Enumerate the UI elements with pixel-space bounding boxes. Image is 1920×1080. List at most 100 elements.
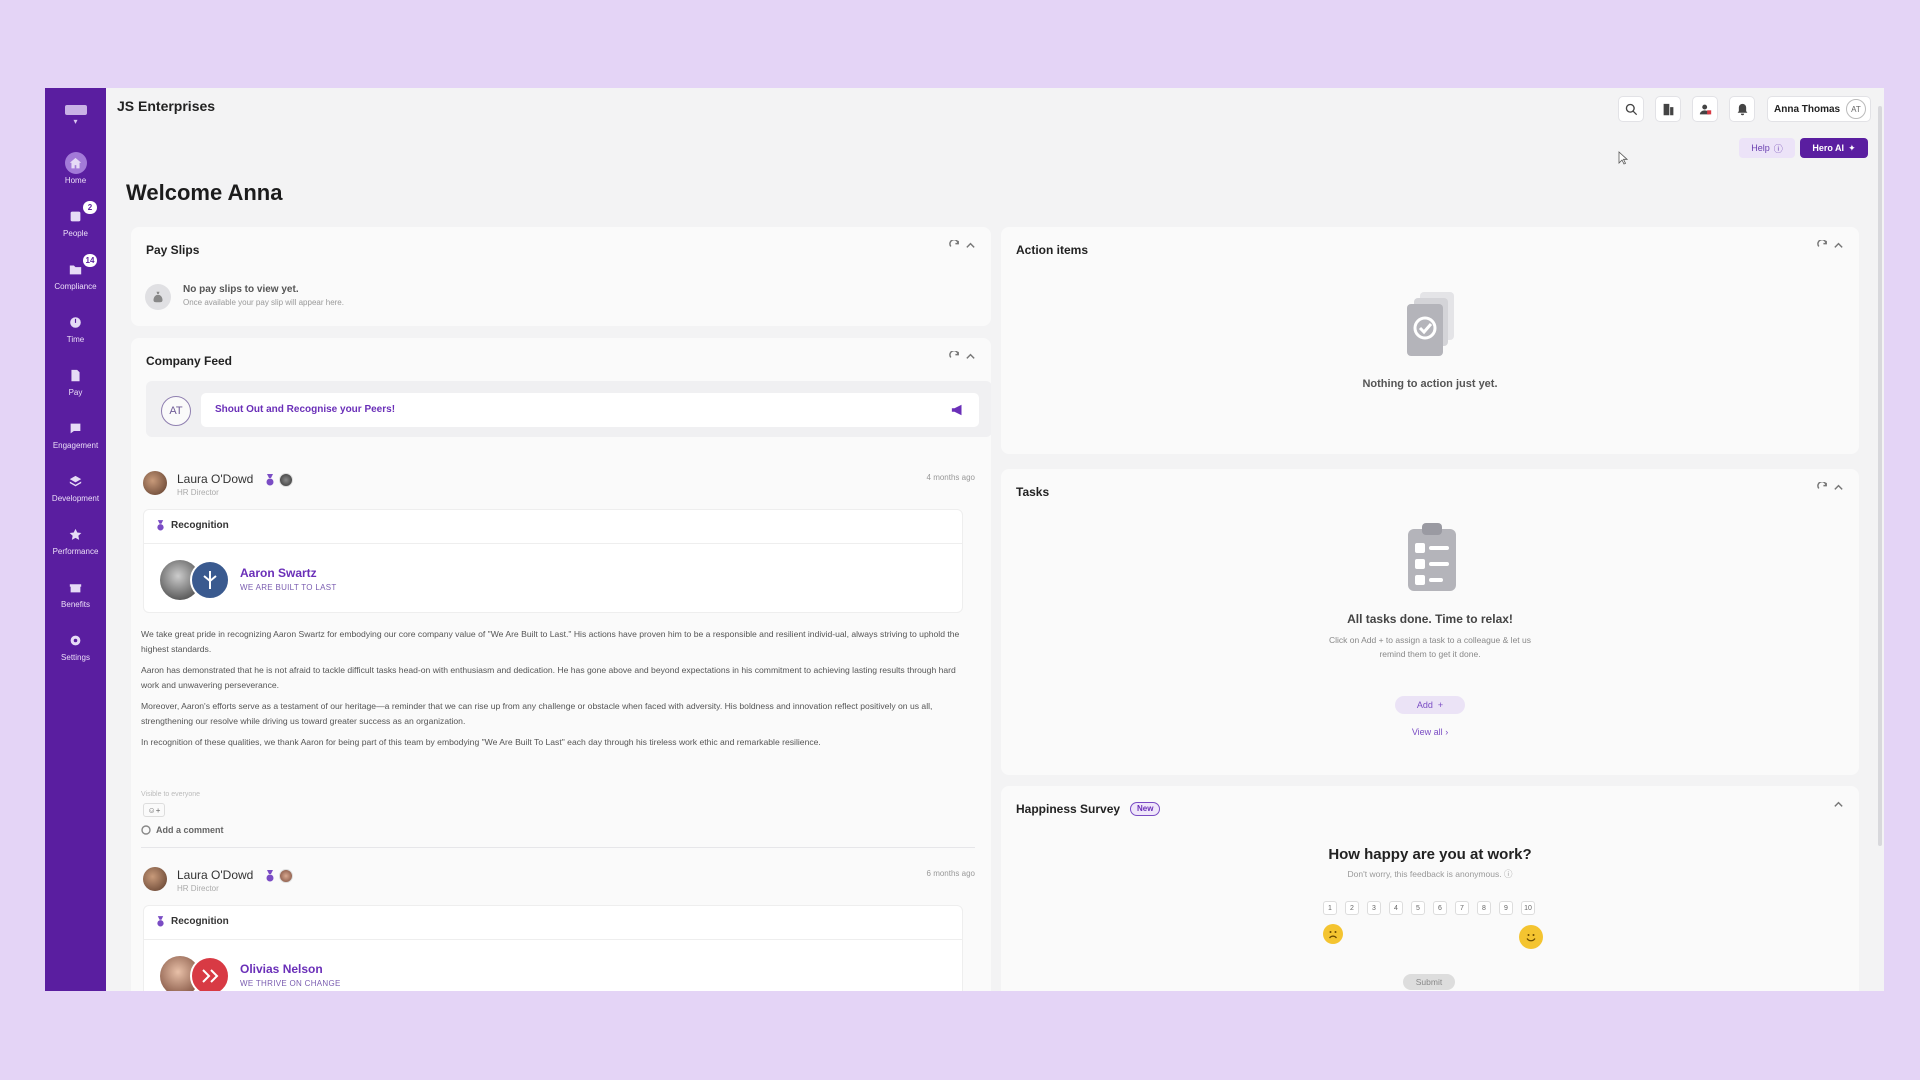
post-paragraph: In recognition of these qualities, we th… [141, 737, 821, 747]
sidebar-item-compliance[interactable]: 14 Compliance [45, 254, 106, 304]
rating-scale: 1 2 3 4 5 6 7 8 9 10 [1323, 901, 1535, 915]
sidebar-item-people[interactable]: 2 People [45, 201, 106, 251]
refresh-icon[interactable] [1817, 482, 1828, 493]
org-chart-button[interactable] [1655, 96, 1681, 122]
company-feed-card: Company Feed AT Shout Out and Recognise … [131, 338, 991, 991]
profile-switch-button[interactable] [1692, 96, 1718, 122]
post-paragraph: Moreover, Aaron's efforts serve as a tes… [141, 701, 933, 726]
view-all-tasks-link[interactable]: View all › [1001, 727, 1859, 737]
company-logo[interactable]: ▾ [53, 96, 98, 134]
tasks-card: Tasks All tasks done. Time to relax! Cli… [1001, 469, 1859, 775]
author-role: HR Director [177, 884, 219, 893]
company-value: WE THRIVE ON CHANGE [240, 979, 341, 988]
page-title: Welcome Anna [126, 180, 283, 205]
rating-option[interactable]: 9 [1499, 901, 1513, 915]
page-scrollbar[interactable] [1878, 106, 1882, 846]
sidebar-item-label: Pay [68, 388, 83, 397]
post-time: 4 months ago [926, 473, 975, 482]
avatar: AT [1846, 99, 1866, 119]
empty-state-subtitle: Click on Add + to assign a task to a col… [1329, 635, 1531, 645]
search-button[interactable] [1618, 96, 1644, 122]
add-reaction-button[interactable]: ☺+ [143, 803, 165, 817]
collapse-icon[interactable] [1833, 799, 1844, 810]
add-comment-label: Add a comment [156, 825, 224, 835]
author-name[interactable]: Laura O'Dowd [177, 472, 253, 486]
sidebar-item-pay[interactable]: Pay [45, 360, 106, 410]
recipient-name[interactable]: Aaron Swartz [240, 566, 317, 580]
empty-state-title: Nothing to action just yet. [1362, 378, 1498, 390]
recipient-mini-avatar [279, 869, 293, 883]
app-window: ▾ Home 2 People 14 Compliance Time Pay E… [45, 88, 1884, 991]
shout-out-composer: AT Shout Out and Recognise your Peers! [146, 381, 991, 437]
recognition-type: Recognition [171, 520, 229, 531]
post-paragraph: We take great pride in recognizing Aaron… [141, 629, 960, 654]
value-badge-icon [190, 560, 230, 600]
author-role: HR Director [177, 488, 219, 497]
sidebar-item-label: Settings [61, 653, 90, 662]
card-title: Happiness Survey [1016, 802, 1121, 816]
recipient-name[interactable]: Olivias Nelson [240, 962, 323, 976]
rating-option[interactable]: 6 [1433, 901, 1447, 915]
medal-icon [157, 520, 164, 531]
card-title: Tasks [1016, 485, 1050, 499]
sidebar-item-time[interactable]: Time [45, 307, 106, 357]
sidebar-item-settings[interactable]: Settings [45, 625, 106, 675]
recognition-card: Recognition Aaron Swartz WE ARE BUILT TO… [143, 509, 963, 613]
sidebar-item-benefits[interactable]: Benefits [45, 572, 106, 622]
card-title: Pay Slips [146, 243, 200, 257]
help-button[interactable]: Help ⓘ [1739, 138, 1795, 158]
sidebar-item-engagement[interactable]: Engagement [45, 413, 106, 463]
survey-subtitle: Don't worry, this feedback is anonymous.… [1001, 868, 1859, 880]
author-name[interactable]: Laura O'Dowd [177, 868, 253, 882]
add-task-button[interactable]: Add + [1395, 696, 1465, 714]
sidebar-item-development[interactable]: Development [45, 466, 106, 516]
rating-option[interactable]: 2 [1345, 901, 1359, 915]
collapse-icon[interactable] [965, 351, 976, 362]
sidebar-item-performance[interactable]: Performance [45, 519, 106, 569]
sidebar: ▾ Home 2 People 14 Compliance Time Pay E… [45, 88, 106, 991]
collapse-icon[interactable] [965, 240, 976, 251]
sidebar-item-label: Home [64, 176, 87, 185]
recognition-type: Recognition [171, 916, 229, 927]
author-avatar[interactable] [143, 471, 167, 495]
card-title: Action items [1016, 243, 1089, 257]
refresh-icon[interactable] [1817, 240, 1828, 251]
rating-option[interactable]: 4 [1389, 901, 1403, 915]
action-items-card: Action items Nothing to action just yet. [1001, 227, 1859, 454]
feed-list[interactable]: Laura O'Dowd HR Director 4 months ago Re… [141, 463, 989, 991]
sparkle-icon: ✦ [1848, 142, 1856, 153]
shout-out-prompt: Shout Out and Recognise your Peers! [215, 404, 396, 415]
sidebar-item-home[interactable]: Home [45, 148, 106, 198]
submit-survey-button[interactable]: Submit [1403, 974, 1455, 990]
recipient-mini-avatar [279, 473, 293, 487]
empty-state-subtitle: remind them to get it done. [1379, 649, 1481, 659]
gear-icon [65, 629, 87, 651]
collapse-icon[interactable] [1833, 240, 1844, 251]
rating-option[interactable]: 8 [1477, 901, 1491, 915]
refresh-icon[interactable] [949, 351, 960, 362]
rating-option[interactable]: 7 [1455, 901, 1469, 915]
shout-out-input[interactable]: Shout Out and Recognise your Peers! [201, 393, 979, 427]
feed-scrollbar[interactable] [988, 463, 989, 991]
refresh-icon[interactable] [949, 240, 960, 251]
notifications-button[interactable] [1729, 96, 1755, 122]
sidebar-item-label: People [63, 229, 88, 238]
rating-option[interactable]: 3 [1367, 901, 1381, 915]
author-avatar[interactable] [143, 867, 167, 891]
card-controls [949, 351, 976, 362]
chat-icon [65, 417, 87, 439]
add-comment-button[interactable]: Add a comment [141, 825, 224, 835]
rating-option[interactable]: 10 [1521, 901, 1535, 915]
sidebar-item-label: Performance [52, 547, 99, 556]
pay-icon [65, 364, 87, 386]
user-name: Anna Thomas [1774, 103, 1841, 115]
rating-option[interactable]: 5 [1411, 901, 1425, 915]
hero-ai-button[interactable]: Hero AI ✦ [1800, 138, 1868, 158]
rating-option[interactable]: 1 [1323, 901, 1337, 915]
home-icon [64, 152, 87, 174]
sad-face-icon [1323, 924, 1343, 944]
card-controls [949, 240, 976, 251]
user-menu[interactable]: Anna Thomas AT [1767, 96, 1871, 122]
recognition-header: Recognition [156, 520, 229, 531]
collapse-icon[interactable] [1833, 482, 1844, 493]
